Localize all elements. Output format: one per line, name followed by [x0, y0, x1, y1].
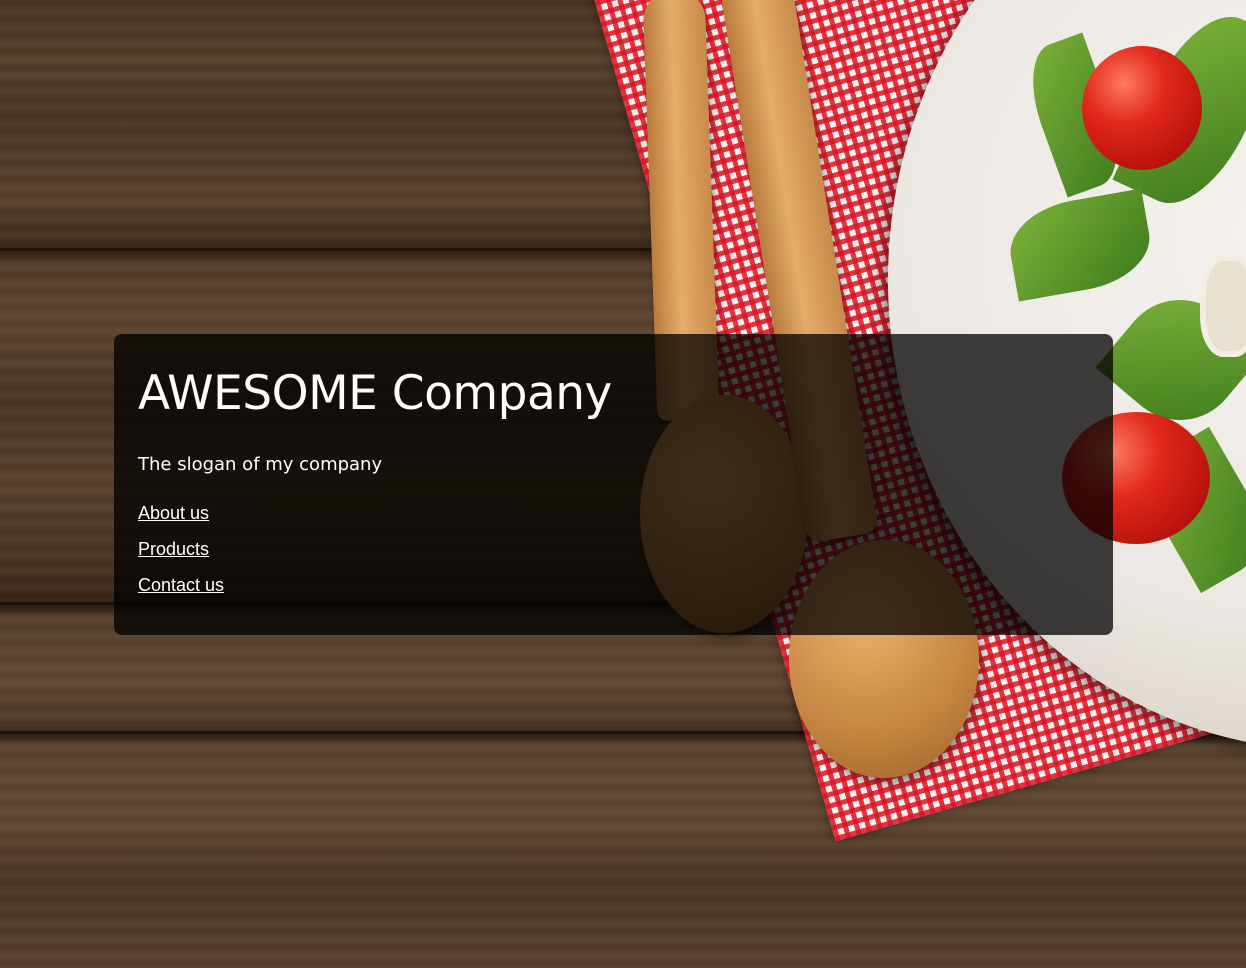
wood-seam	[0, 248, 700, 251]
onion-slice	[1200, 255, 1246, 357]
nav-item-products: Products	[138, 538, 1089, 560]
company-slogan: The slogan of my company	[138, 454, 383, 475]
about-us-link[interactable]: About us	[138, 503, 209, 523]
cherry-tomato	[1082, 46, 1202, 170]
company-title: AWESOME Company	[138, 366, 612, 421]
wood-seam	[0, 731, 900, 734]
main-nav: About us Products Contact us	[138, 502, 1089, 596]
nav-item-contact: Contact us	[138, 574, 1089, 596]
products-link[interactable]: Products	[138, 539, 209, 559]
contact-us-link[interactable]: Contact us	[138, 575, 224, 595]
nav-item-about: About us	[138, 502, 1089, 524]
hero-panel: AWESOME Company The slogan of my company…	[114, 334, 1113, 635]
